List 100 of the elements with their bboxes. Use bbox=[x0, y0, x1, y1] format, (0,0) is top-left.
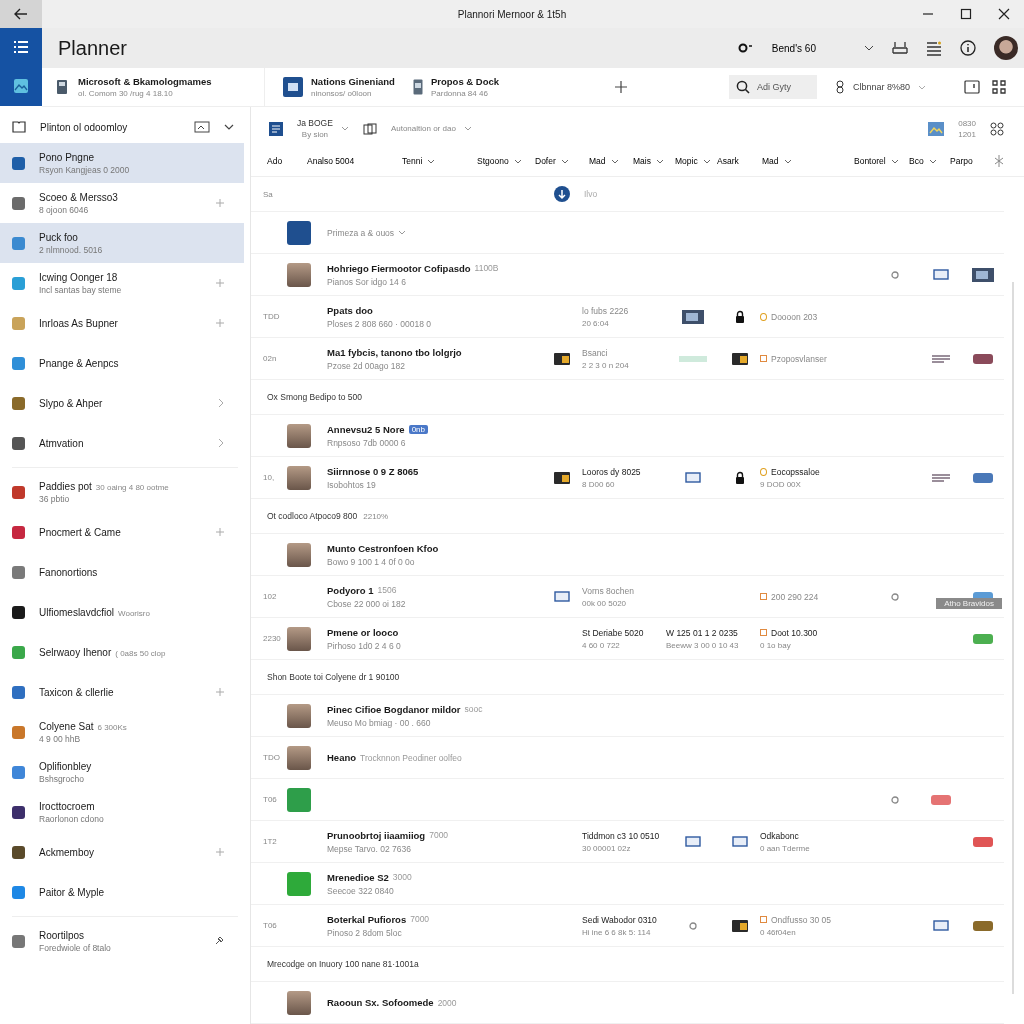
task-title[interactable]: Siirnnose 0 9 Z 8065 bbox=[327, 465, 419, 477]
chevron-down-icon[interactable] bbox=[224, 124, 234, 130]
task-title[interactable]: Mrenedioe S2 bbox=[327, 871, 389, 883]
column-header[interactable]: Mad bbox=[589, 156, 633, 167]
task-detail: Cbose 22 000 oi 182 bbox=[327, 598, 407, 609]
task-title[interactable]: Hohriego Fiermootor Cofipasdo bbox=[327, 262, 471, 274]
cell-subtext: 9 DOD 00X bbox=[760, 479, 802, 489]
avatar[interactable] bbox=[994, 36, 1018, 60]
column-header[interactable]: Mais bbox=[633, 156, 675, 167]
cell-text: W 125 01 1 2 0235 bbox=[666, 627, 738, 638]
sidebar-item[interactable]: Oplifionbley Bshsgrocho bbox=[0, 752, 244, 792]
sidebar-item[interactable]: Atmvation bbox=[0, 423, 244, 463]
sidebar-item[interactable]: Roortilpos Foredwiole of 8talo bbox=[0, 921, 244, 961]
chevron-down-icon bbox=[890, 158, 899, 164]
task-badge: 0nb bbox=[408, 424, 428, 434]
group-header[interactable]: Ox Smong Bedipo to 500 bbox=[267, 392, 362, 402]
sidebar-item[interactable]: Inrloas As Bupner bbox=[0, 303, 244, 343]
sidebar-item[interactable]: Paitor & Myple bbox=[0, 872, 244, 912]
sidebar-item[interactable]: Colyene Sat 6 300Ks 4 9 00 hhB bbox=[0, 712, 244, 752]
chevron-down-icon[interactable] bbox=[864, 45, 874, 51]
desk-icon[interactable] bbox=[892, 41, 908, 55]
column-header[interactable]: Analso 5004 bbox=[307, 156, 402, 167]
sidebar-item[interactable]: Ulfiomeslavdcfiol Woorisro bbox=[0, 592, 244, 632]
chip-icon bbox=[554, 471, 570, 484]
column-header[interactable]: Ado bbox=[267, 156, 307, 167]
column-header[interactable]: Asark bbox=[717, 156, 762, 167]
pin-icon[interactable] bbox=[214, 936, 224, 946]
sidebar-item[interactable]: Paddies pot 30 oaing 4 80 ootme 36 pbtio bbox=[0, 472, 244, 512]
app-name: Planner bbox=[58, 36, 127, 60]
filter-dropdown[interactable]: Ja BOGE By sion bbox=[297, 118, 349, 140]
column-header[interactable]: Bco bbox=[909, 156, 950, 167]
column-header[interactable]: Dofer bbox=[535, 156, 589, 167]
task-detail: Pzose 2d 00ago 182 bbox=[327, 360, 406, 371]
task-title[interactable]: Boterkal Pufioros bbox=[327, 913, 407, 925]
task-note: 7000 bbox=[429, 830, 449, 840]
photo-placeholder bbox=[287, 990, 311, 1015]
task-title[interactable]: Pinec Cifioe Bogdanor mildor bbox=[327, 703, 461, 715]
info-icon[interactable] bbox=[960, 40, 976, 56]
sidebar-item[interactable]: Irocttocroem Raorlonon cdono bbox=[0, 792, 244, 832]
count-value: 1201 bbox=[958, 129, 976, 139]
sidebar-item[interactable]: Selrwaoy Ihenor ( 0a8s 50 clop bbox=[0, 632, 244, 672]
sidebar-item[interactable]: Fanonortions bbox=[0, 552, 244, 592]
sidebar-item[interactable]: Puck foo 2 nlmnood. 5016 bbox=[0, 223, 244, 263]
sidebar-item[interactable]: Pnange & Aenpcs bbox=[0, 343, 244, 383]
task-title[interactable]: Heano bbox=[327, 752, 357, 763]
document-link[interactable]: Propos & Dock Pardonna 84 46 bbox=[412, 76, 500, 98]
column-header[interactable]: Tenni bbox=[402, 156, 477, 167]
list-icon[interactable] bbox=[926, 40, 942, 56]
group-dropdown[interactable]: Clbnnar 8%80 bbox=[828, 79, 932, 95]
task-detail: Bowo 9 100 1 4 0f 0 0o bbox=[327, 556, 416, 567]
photo-placeholder bbox=[287, 465, 311, 490]
sidebar-item[interactable]: Icwing Oonger 18 Incl santas bay steme bbox=[0, 263, 244, 303]
task-note: 1506 bbox=[377, 585, 397, 595]
grid-icon[interactable] bbox=[992, 80, 1006, 94]
column-header[interactable]: Parpo bbox=[950, 156, 990, 167]
cell-text: 200 290 224 bbox=[771, 591, 819, 602]
panel-icon[interactable] bbox=[964, 80, 980, 94]
cell-text: Pzoposvlanser bbox=[771, 353, 827, 364]
bucket-dropdown[interactable]: Primeza a & ouos bbox=[327, 227, 407, 238]
task-detail: Ploses 2 808 660 · 00018 0 bbox=[327, 318, 432, 329]
board-link[interactable]: Nations Gineniand ninonsos/ o0loon bbox=[283, 76, 395, 98]
task-title[interactable]: Raooun Sx. Sofoomede bbox=[327, 997, 434, 1008]
column-header[interactable]: Mad bbox=[762, 156, 854, 167]
account-dropdown[interactable]: Bend's 60 bbox=[771, 42, 846, 54]
task-title[interactable]: Ma1 fybcis, tanono tbo lolgrjo bbox=[327, 346, 462, 358]
task-title[interactable]: Ppats doo bbox=[327, 304, 373, 316]
status-icon[interactable] bbox=[737, 43, 754, 53]
group-header[interactable]: Ot codloco Atpoco9 800 bbox=[267, 511, 358, 521]
sidebar-item[interactable]: Slypo & Ahper bbox=[0, 383, 244, 423]
add-icon[interactable] bbox=[614, 81, 627, 93]
column-header[interactable]: Mopic bbox=[675, 156, 717, 167]
sidebar-item[interactable]: Ackmemboy bbox=[0, 832, 244, 872]
task-title[interactable]: Pmene or looco bbox=[327, 626, 399, 638]
calendar-icon[interactable] bbox=[269, 121, 283, 136]
card-icon bbox=[685, 836, 701, 847]
search-field[interactable]: Adi Gyty bbox=[728, 75, 817, 99]
back-button[interactable] bbox=[0, 0, 42, 28]
sidebar-item[interactable]: Scoeo & Mersso3 8 ojoon 6046 bbox=[0, 183, 244, 223]
maximize-icon[interactable] bbox=[960, 8, 972, 20]
nodes-icon[interactable] bbox=[990, 121, 1004, 136]
task-title[interactable]: Podyoro 1 bbox=[327, 584, 374, 596]
row-number: 10, bbox=[262, 473, 276, 482]
sidebar-item[interactable]: Pono Pngne Rsyon Kangjeas 0 2000 bbox=[0, 143, 244, 183]
task-title[interactable]: Prunoobrtoj iiaamiiog bbox=[327, 829, 426, 841]
task-title[interactable]: Munto Cestronfoen Kfoo bbox=[327, 542, 439, 554]
copy-icon[interactable] bbox=[362, 122, 377, 135]
view-dropdown[interactable]: Autonaltion or dao bbox=[390, 124, 472, 134]
group-header[interactable]: Shon Boote toi Colyene dr 1 90100 bbox=[267, 672, 400, 682]
close-icon[interactable] bbox=[998, 8, 1010, 20]
column-header[interactable]: Bontorel bbox=[854, 156, 909, 167]
task-detail: Meuso Mo bmiag · 00 . 660 bbox=[327, 717, 432, 728]
add-button[interactable] bbox=[554, 186, 570, 202]
task-title[interactable]: Annevsu2 5 Nore bbox=[327, 423, 405, 435]
cell-text: Eocopssaloe bbox=[771, 466, 820, 477]
column-header[interactable]: Stgoono bbox=[477, 156, 535, 167]
menu-icon[interactable] bbox=[13, 40, 29, 54]
sidebar-item[interactable]: Pnocmert & Came bbox=[0, 512, 244, 552]
sidebar-item[interactable]: Taxicon & cllerlie bbox=[0, 672, 244, 712]
photo-placeholder bbox=[287, 542, 311, 567]
group-header[interactable]: Mrecodge on Inuory 100 nane 81·1001a bbox=[267, 959, 419, 969]
